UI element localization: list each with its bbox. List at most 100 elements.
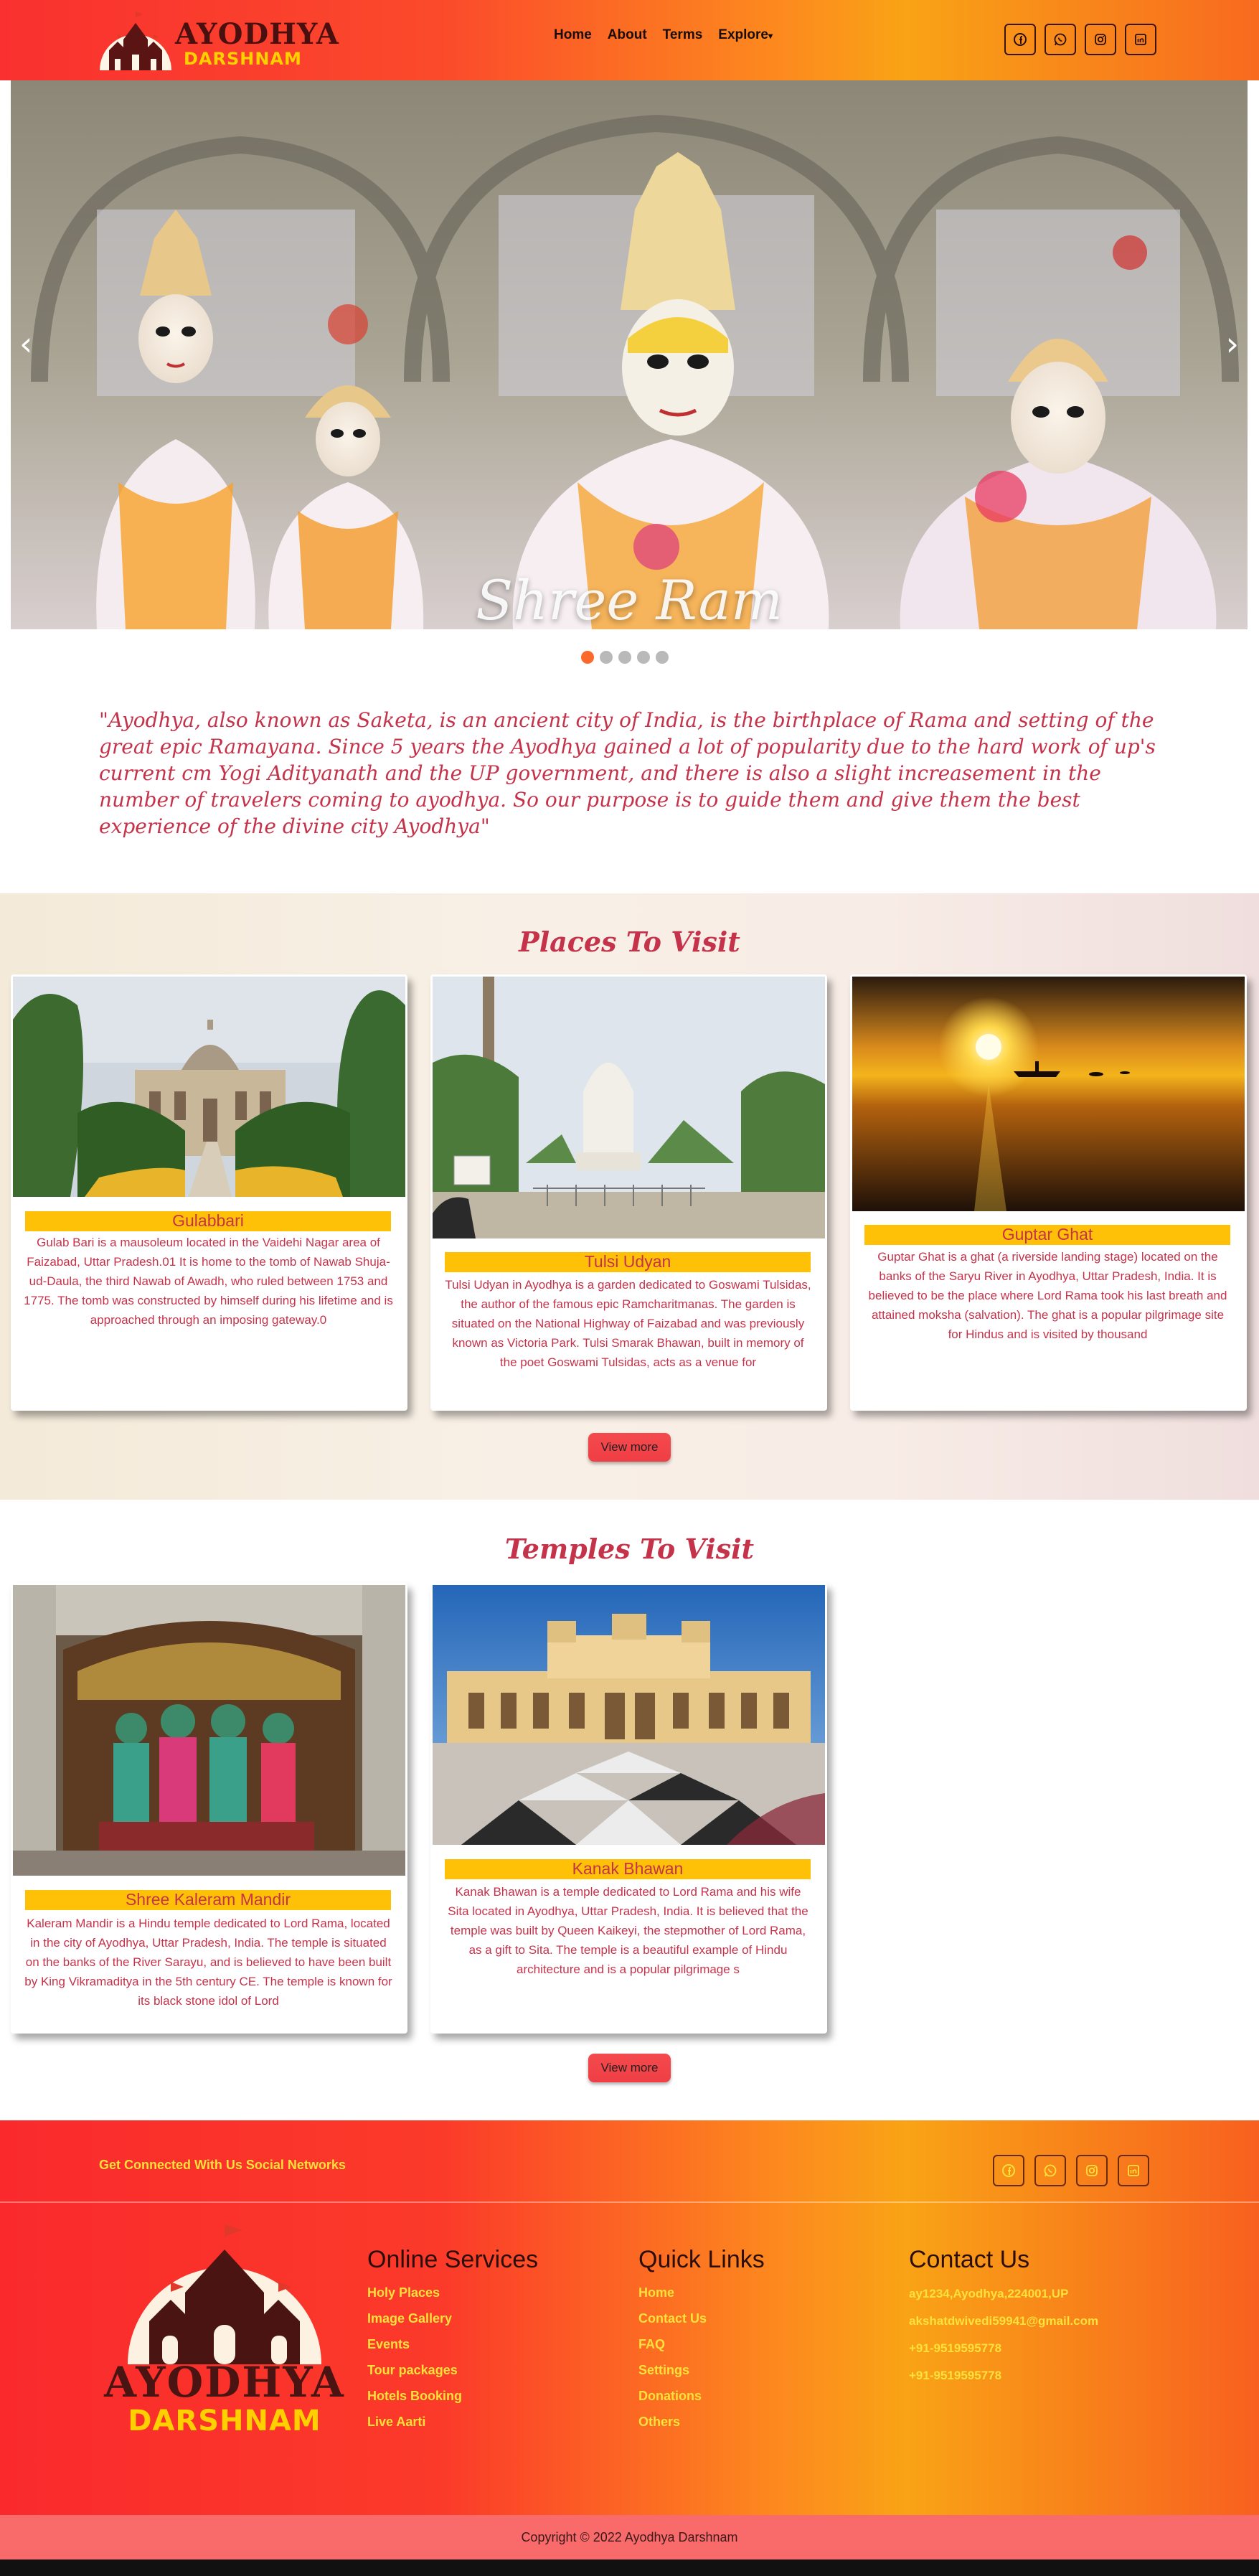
place-image [852, 977, 1245, 1211]
hero-slide-image [11, 80, 1248, 629]
temple-logo-icon: AYODHYA DARSHNAM [103, 2224, 345, 2438]
carousel-dot-4[interactable] [637, 651, 650, 664]
place-image [13, 977, 405, 1197]
link-events[interactable]: Events [367, 2331, 538, 2357]
top-navbar: AYODHYA DARSHNAM Home About Terms Explor… [0, 0, 1259, 80]
linkedin-button[interactable] [1125, 24, 1156, 55]
contact-email[interactable]: akshatdwivedi59941@gmail.com [909, 2307, 1098, 2334]
footer-divider [0, 2201, 1259, 2203]
place-description: Guptar Ghat is a ghat (a riverside landi… [868, 1250, 1227, 1341]
link-holy-places[interactable]: Holy Places [367, 2280, 538, 2305]
instagram-icon [1095, 34, 1106, 45]
header-social-links [1004, 24, 1156, 55]
tulsi-udyan-photo [433, 977, 825, 1238]
kaleram-mandir-photo [13, 1585, 405, 1876]
whatsapp-icon [1054, 33, 1067, 46]
places-title: Places To Visit [519, 926, 740, 958]
footer-brand-subname: DARSHNAM [128, 2405, 321, 2436]
place-card-gulabbari[interactable]: Gulabbari Gulab Bari is a mausoleum loca… [11, 974, 407, 1411]
place-card-guptar-ghat[interactable]: Guptar Ghat Guptar Ghat is a ghat (a riv… [850, 974, 1247, 1411]
carousel-dot-5[interactable] [656, 651, 669, 664]
contact-address: ay1234,Ayodhya,224001,UP [909, 2287, 1069, 2300]
carousel-dot-3[interactable] [618, 651, 631, 664]
temple-name: Kanak Bhawan [445, 1859, 811, 1879]
place-name: Gulabbari [25, 1211, 391, 1231]
guptar-ghat-photo [852, 977, 1245, 1211]
temple-logo-icon [100, 11, 171, 70]
copyright-bar: Copyright © 2022 Ayodhya Darshnam [0, 2515, 1259, 2559]
footer-whatsapp-button[interactable] [1034, 2155, 1066, 2186]
link-live-aarti[interactable]: Live Aarti [367, 2409, 538, 2435]
footer-social-links [993, 2155, 1149, 2186]
linkedin-icon [1135, 34, 1146, 45]
site-footer: Get Connected With Us Social Networks AY… [0, 2120, 1259, 2515]
footer-linkedin-button[interactable] [1118, 2155, 1149, 2186]
main-nav: Home About Terms Explore▾ [554, 27, 773, 43]
link-donations[interactable]: Donations [638, 2383, 765, 2409]
link-others[interactable]: Others [638, 2409, 765, 2435]
link-tour-packages[interactable]: Tour packages [367, 2357, 538, 2383]
kanak-bhawan-photo [433, 1585, 825, 1845]
nav-terms[interactable]: Terms [663, 27, 703, 43]
contact-phone-2[interactable]: +91-9519595778 [909, 2361, 1098, 2389]
footer-instagram-button[interactable] [1076, 2155, 1108, 2186]
nav-explore-label: Explore [718, 27, 768, 42]
carousel-dot-2[interactable] [600, 651, 613, 664]
footer-brand-logo[interactable]: AYODHYA DARSHNAM [99, 2206, 350, 2438]
places-view-more-button[interactable]: View more [588, 1433, 671, 1462]
contact-phone-1[interactable]: +91-9519595778 [909, 2334, 1098, 2361]
place-description: Gulab Bari is a mausoleum located in the… [24, 1236, 393, 1327]
carousel-next-button[interactable]: › [1226, 324, 1239, 363]
linkedin-icon [1128, 2165, 1139, 2176]
whatsapp-button[interactable] [1045, 24, 1076, 55]
footer-brand-name: AYODHYA [103, 2358, 345, 2407]
nav-explore-dropdown[interactable]: Explore▾ [718, 27, 773, 43]
brand-subname: DARSHNAM [184, 49, 302, 69]
temples-title: Temples To Visit [504, 1533, 755, 1565]
nav-about[interactable]: About [608, 27, 647, 43]
temple-description: Kaleram Mandir is a Hindu temple dedicat… [24, 1917, 392, 2008]
intro-quote: "Ayodhya, also known as Saketa, is an an… [99, 708, 1156, 838]
hero-carousel: ‹ › Shree Ram [11, 80, 1248, 629]
nav-home[interactable]: Home [554, 27, 592, 43]
facebook-button[interactable] [1004, 24, 1036, 55]
gulabbari-photo [13, 977, 405, 1197]
temple-image [13, 1585, 405, 1876]
caret-down-icon: ▾ [768, 31, 773, 41]
quick-links-title: Quick Links [638, 2246, 765, 2273]
temple-card-kaleram-mandir[interactable]: Shree Kaleram Mandir Kaleram Mandir is a… [11, 1583, 407, 2034]
place-card-tulsi-udyan[interactable]: Tulsi Udyan Tulsi Udyan in Ayodhya is a … [430, 974, 827, 1411]
online-services-column: Online Services Holy Places Image Galler… [367, 2246, 538, 2435]
temple-description: Kanak Bhawan is a temple dedicated to Lo… [448, 1885, 808, 1976]
carousel-caption: Shree Ram [476, 568, 783, 629]
link-contact-us[interactable]: Contact Us [638, 2305, 765, 2331]
link-settings[interactable]: Settings [638, 2357, 765, 2383]
place-description: Tulsi Udyan in Ayodhya is a garden dedic… [445, 1278, 811, 1369]
footer-facebook-button[interactable] [993, 2155, 1024, 2186]
temple-card-kanak-bhawan[interactable]: Kanak Bhawan Kanak Bhawan is a temple de… [430, 1583, 827, 2034]
temples-view-more-button[interactable]: View more [588, 2054, 671, 2082]
page-bottom-strip [0, 2559, 1259, 2576]
link-home[interactable]: Home [638, 2280, 765, 2305]
facebook-icon [1014, 33, 1027, 46]
facebook-icon [1002, 2164, 1015, 2177]
online-services-title: Online Services [367, 2246, 539, 2273]
temple-name: Shree Kaleram Mandir [25, 1890, 391, 1910]
link-hotels-booking[interactable]: Hotels Booking [367, 2383, 538, 2409]
instagram-icon [1086, 2165, 1098, 2176]
quick-links-column: Quick Links Home Contact Us FAQ Settings… [638, 2246, 765, 2435]
carousel-dot-1[interactable] [581, 651, 594, 664]
link-faq[interactable]: FAQ [638, 2331, 765, 2357]
brand-logo[interactable]: AYODHYA DARSHNAM [96, 7, 339, 72]
place-image [433, 977, 825, 1238]
link-image-gallery[interactable]: Image Gallery [367, 2305, 538, 2331]
contact-title: Contact Us [909, 2246, 1030, 2273]
place-name: Guptar Ghat [864, 1225, 1230, 1245]
brand-name: AYODHYA [175, 17, 339, 51]
temple-image [433, 1585, 825, 1845]
whatsapp-icon [1044, 2164, 1057, 2177]
contact-column: Contact Us ay1234,Ayodhya,224001,UP aksh… [909, 2246, 1098, 2389]
instagram-button[interactable] [1085, 24, 1116, 55]
carousel-indicators [581, 651, 669, 664]
carousel-prev-button[interactable]: ‹ [19, 324, 32, 363]
